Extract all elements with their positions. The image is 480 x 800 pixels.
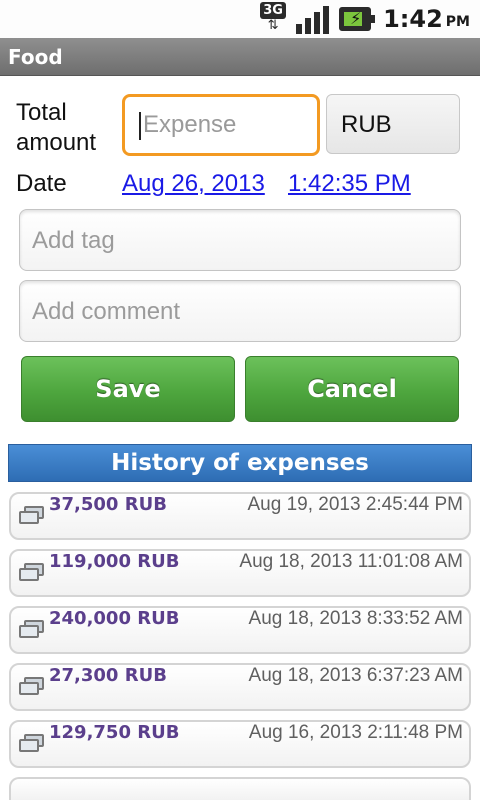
history-amount: 119,000 RUB [49, 551, 180, 572]
money-bills-icon [19, 563, 45, 583]
total-label-line1: Total [16, 99, 67, 126]
expense-placeholder: Expense [143, 111, 237, 138]
network-3g-icon: 3G ⇅ [258, 2, 288, 36]
currency-selector[interactable]: RUB [326, 94, 460, 154]
history-item-partial[interactable] [9, 777, 471, 800]
history-amount: 129,750 RUB [49, 722, 180, 743]
clock-time: 1:42 [383, 5, 443, 33]
window-title: Food [0, 38, 480, 76]
tag-input[interactable]: Add tag [19, 209, 461, 271]
history-header: History of expenses [8, 444, 472, 482]
save-button[interactable]: Save [21, 356, 235, 422]
history-date: Aug 18, 2013 8:33:52 AM [248, 608, 463, 629]
money-bills-icon [19, 734, 45, 754]
time-picker-link[interactable]: 1:42:35 PM [288, 169, 411, 199]
money-bills-icon [19, 677, 45, 697]
history-item[interactable]: 27,300 RUB Aug 18, 2013 6:37:23 AM [9, 663, 471, 711]
comment-input[interactable]: Add comment [19, 280, 461, 342]
money-bills-icon [19, 506, 45, 526]
date-label: Date [16, 170, 67, 197]
clock-ampm: PM [445, 14, 470, 30]
battery-charging-icon: ⚡ [339, 7, 376, 31]
network-type-label: 3G [260, 2, 286, 19]
history-amount: 37,500 RUB [49, 494, 167, 515]
total-label-line2: amount [16, 129, 97, 156]
history-amount: 240,000 RUB [49, 608, 180, 629]
date-picker-link[interactable]: Aug 26, 2013 [122, 169, 265, 199]
text-caret [139, 111, 141, 140]
history-date: Aug 18, 2013 11:01:08 AM [239, 551, 463, 572]
total-amount-label: Total amount [16, 98, 96, 158]
history-date: Aug 16, 2013 2:11:48 PM [248, 722, 463, 743]
history-date: Aug 19, 2013 2:45:44 PM [247, 494, 464, 515]
history-amount: 27,300 RUB [49, 665, 167, 686]
history-item[interactable]: 240,000 RUB Aug 18, 2013 8:33:52 AM [9, 606, 471, 654]
expense-input[interactable]: Expense [122, 94, 320, 156]
history-item[interactable]: 129,750 RUB Aug 16, 2013 2:11:48 PM [9, 720, 471, 768]
history-item[interactable]: 119,000 RUB Aug 18, 2013 11:01:08 AM [9, 549, 471, 597]
history-date: Aug 18, 2013 6:37:23 AM [248, 665, 463, 686]
data-arrows-icon: ⇅ [267, 18, 279, 33]
cancel-button[interactable]: Cancel [245, 356, 459, 422]
money-bills-icon [19, 620, 45, 640]
history-item[interactable]: 37,500 RUB Aug 19, 2013 2:45:44 PM [9, 492, 471, 540]
signal-strength-icon [296, 4, 330, 34]
status-bar: 3G ⇅ ⚡ 1:42 PM [0, 0, 480, 38]
